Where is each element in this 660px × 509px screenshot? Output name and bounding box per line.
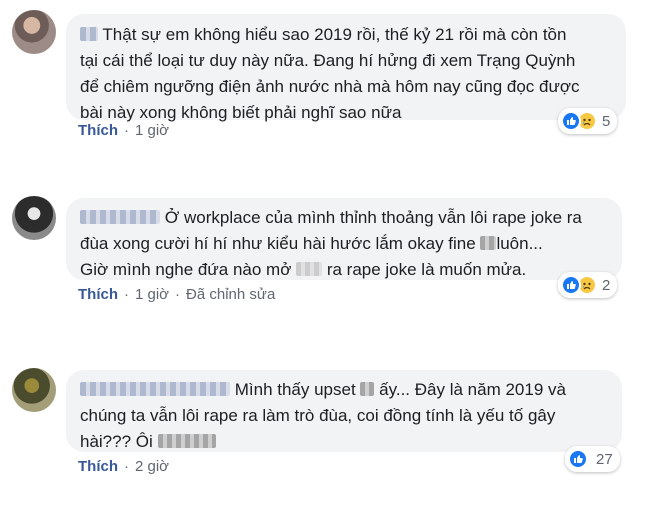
comment-line: Ở workplace của mình thỉnh thoảng vẫn lô… — [80, 205, 608, 231]
like-icon — [561, 111, 581, 131]
comment-text: hài??? Ôi — [80, 432, 153, 451]
timestamp[interactable]: 1 giờ — [135, 122, 169, 139]
like-icon — [568, 449, 588, 469]
redacted-word — [480, 236, 497, 250]
reaction-count: 5 — [602, 112, 611, 130]
redacted-name[interactable] — [80, 210, 160, 224]
comment-line: Thật sự em không hiểu sao 2019 rồi, thế … — [80, 22, 612, 48]
redacted-name[interactable] — [80, 382, 230, 396]
comment-bubble: Ở workplace của mình thỉnh thoảng vẫn lô… — [66, 198, 622, 280]
like-button[interactable]: Thích — [78, 286, 118, 303]
timestamp[interactable]: 2 giờ — [135, 458, 169, 475]
reaction-count: 2 — [602, 276, 611, 294]
like-button[interactable]: Thích — [78, 122, 118, 139]
separator: · — [124, 122, 129, 139]
comment-text: đùa xong cười hí hí như kiểu hài hước lắ… — [80, 234, 476, 253]
comment-text: tại cái thể loại tư duy này nữa. Đang hí… — [80, 51, 576, 70]
edited-label[interactable]: Đã chỉnh sửa — [186, 286, 275, 303]
comment-line: đùa xong cười hí hí như kiểu hài hước lắ… — [80, 231, 608, 257]
comment-actions: Thích · 1 giờ · Đã chỉnh sửa — [78, 286, 275, 303]
comment-actions: Thích · 2 giờ — [78, 458, 169, 475]
comment-text: luôn... — [496, 234, 543, 253]
reaction-count: 27 — [596, 450, 613, 468]
redacted-word — [360, 382, 375, 396]
comment-text: ấy... Đây là năm 2019 và — [379, 380, 566, 399]
comment-text: ra rape joke là muốn mửa. — [326, 260, 527, 279]
avatar[interactable] — [12, 196, 56, 240]
comment-text: để chiêm ngưỡng điện ảnh nước nhà mà hôm… — [80, 77, 580, 96]
comment-text: Thật sự em không hiểu sao 2019 rồi, thế … — [102, 25, 567, 44]
comment-text: Mình thấy upset — [234, 380, 356, 399]
comment-bubble: Thật sự em không hiểu sao 2019 rồi, thế … — [66, 14, 626, 122]
comment-line: hài??? Ôi — [80, 429, 608, 455]
redacted-word — [157, 434, 216, 448]
reaction-summary[interactable]: 27 — [565, 446, 620, 472]
comment-line: Giờ mình nghe đứa nào mở ra rape joke là… — [80, 257, 608, 283]
like-icon — [561, 275, 581, 295]
like-button[interactable]: Thích — [78, 458, 118, 475]
comment-bubble: Mình thấy upset ấy... Đây là năm 2019 và… — [66, 370, 622, 452]
separator: · — [175, 286, 181, 303]
comment-text: Giờ mình nghe đứa nào mở — [80, 260, 292, 279]
redacted-word — [296, 262, 323, 276]
separator: · — [124, 458, 129, 475]
avatar[interactable] — [12, 368, 56, 412]
comment-line: Mình thấy upset ấy... Đây là năm 2019 và — [80, 377, 608, 403]
separator: · — [124, 286, 129, 303]
redacted-name[interactable] — [80, 27, 98, 41]
timestamp[interactable]: 1 giờ — [135, 286, 169, 303]
comment-text: chúng ta vẫn lôi rape ra làm trò đùa, co… — [80, 406, 556, 425]
reaction-summary[interactable]: 2 — [558, 272, 618, 298]
comment-text: Ở workplace của mình thỉnh thoảng vẫn lô… — [164, 208, 582, 227]
avatar[interactable] — [12, 10, 56, 54]
reaction-summary[interactable]: 5 — [558, 108, 618, 134]
comment-actions: Thích · 1 giờ — [78, 122, 169, 139]
